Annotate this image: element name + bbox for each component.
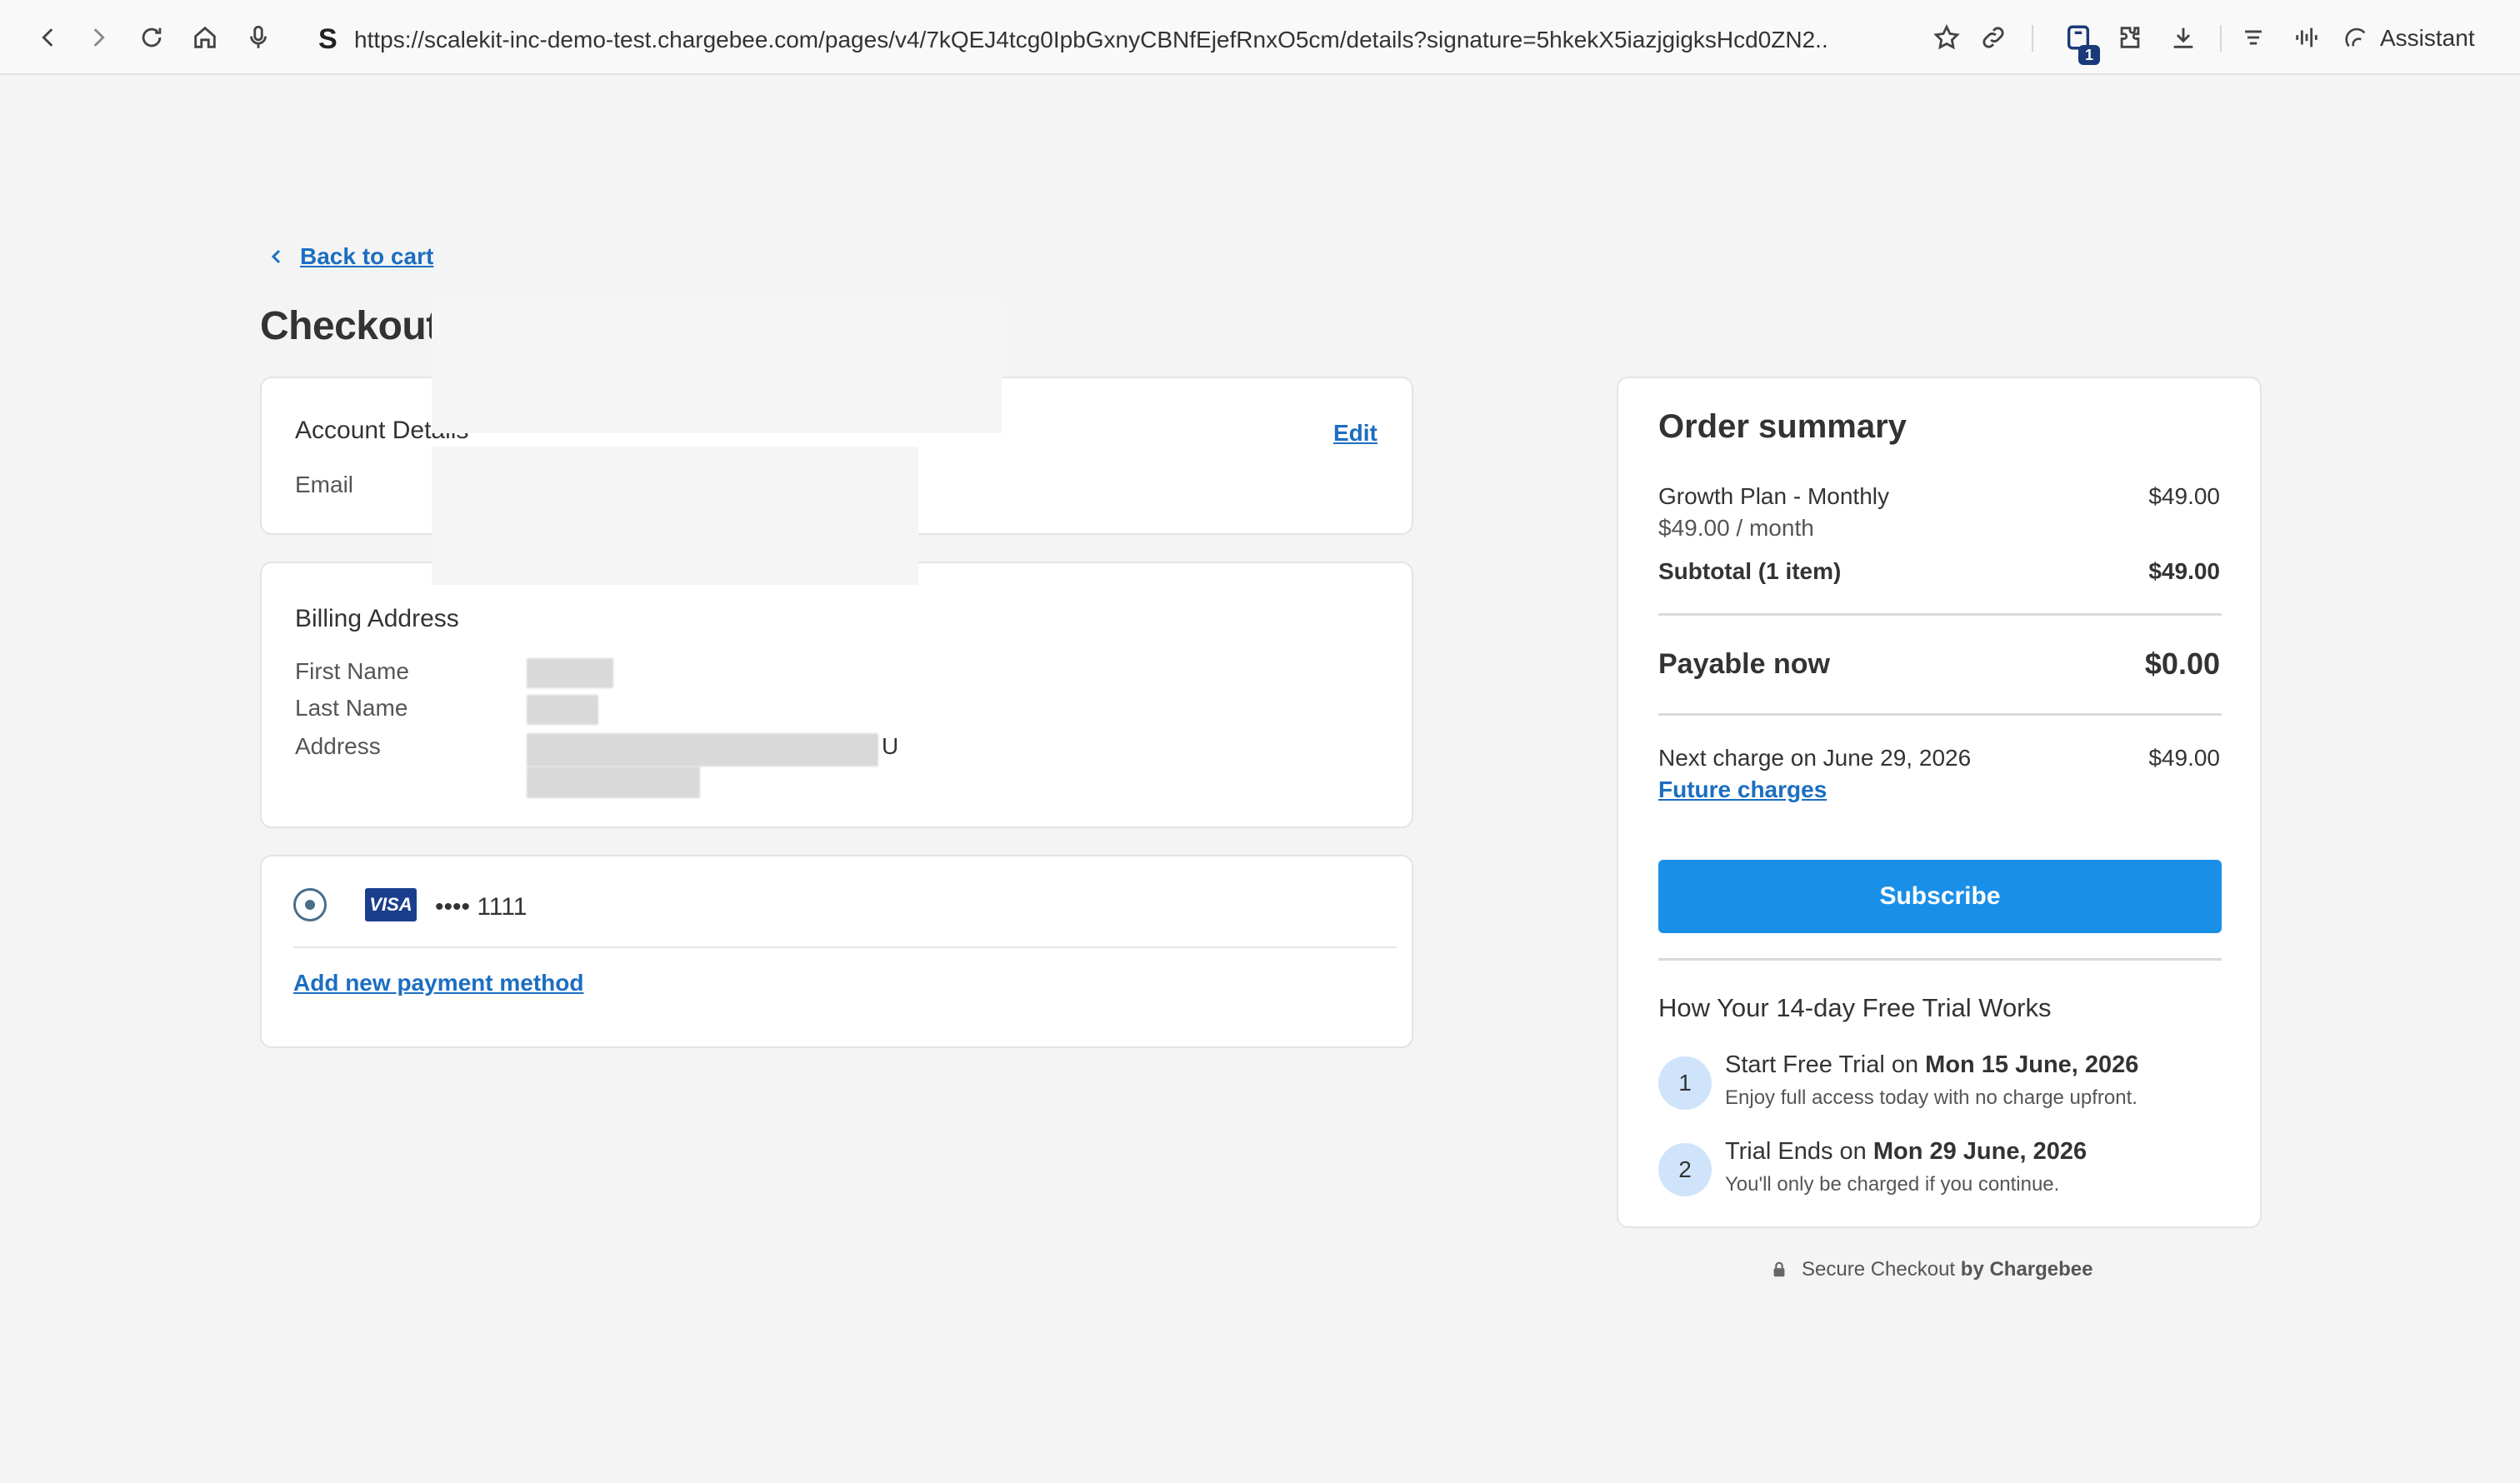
order-summary-card: Order summary Growth Plan - Monthly $49.… bbox=[1617, 377, 2262, 1228]
payment-divider bbox=[293, 946, 1397, 948]
site-favicon-icon: S bbox=[318, 23, 338, 55]
assistant-label: Assistant bbox=[2380, 25, 2475, 51]
step-1-date: Mon 15 June, 2026 bbox=[1925, 1051, 2139, 1078]
first-name-value-redacted bbox=[527, 658, 613, 688]
step-2-subtext: You'll only be charged if you continue. bbox=[1725, 1173, 2060, 1196]
radio-selected-dot bbox=[305, 900, 315, 910]
browser-toolbar: S https://scalekit-inc-demo-test.chargeb… bbox=[0, 0, 2520, 75]
trial-title: How Your 14-day Free Trial Works bbox=[1658, 993, 2052, 1022]
forward-arrow-icon[interactable] bbox=[82, 21, 115, 54]
reader-list-icon[interactable] bbox=[2237, 21, 2270, 54]
back-to-cart-label: Back to cart bbox=[300, 243, 434, 269]
summary-divider-1 bbox=[1658, 613, 2222, 616]
step-1-prefix: Start Free Trial on bbox=[1725, 1051, 1926, 1078]
payment-method-card bbox=[260, 855, 1413, 1048]
back-to-cart-link[interactable]: Back to cart bbox=[267, 243, 433, 270]
puzzle-extensions-icon[interactable] bbox=[2113, 21, 2147, 54]
subscribe-button[interactable]: Subscribe bbox=[1658, 860, 2222, 933]
subtotal-value: $49.00 bbox=[2148, 558, 2220, 584]
plan-name: Growth Plan - Monthly bbox=[1658, 483, 1889, 509]
summary-divider-3 bbox=[1658, 958, 2222, 961]
step-2-prefix: Trial Ends on bbox=[1725, 1138, 1873, 1165]
assistant-button[interactable]: Assistant bbox=[2343, 22, 2475, 55]
step-2-text: Trial Ends on Mon 29 June, 2026 bbox=[1725, 1138, 2087, 1166]
visa-card-icon: VISA bbox=[365, 888, 417, 921]
summary-divider-2 bbox=[1658, 713, 2222, 716]
edit-account-link[interactable]: Edit bbox=[1333, 420, 1378, 447]
link-icon[interactable] bbox=[1977, 21, 2010, 54]
step-1-subtext: Enjoy full access today with no charge u… bbox=[1725, 1086, 2138, 1109]
address-line2-redacted bbox=[527, 766, 700, 798]
step-1-number: 1 bbox=[1678, 1070, 1692, 1096]
chevron-left-icon bbox=[271, 249, 281, 264]
page-title: Checkout bbox=[260, 304, 439, 348]
address-label: Address bbox=[295, 733, 381, 759]
future-charges-link[interactable]: Future charges bbox=[1658, 776, 1827, 803]
redaction-overlay-top bbox=[432, 302, 1002, 433]
address-fragment: U bbox=[882, 733, 899, 759]
address-bar[interactable]: https://scalekit-inc-demo-test.chargebee… bbox=[354, 27, 1829, 53]
payment-method-radio[interactable] bbox=[293, 888, 327, 921]
step-1-circle: 1 bbox=[1658, 1056, 1712, 1110]
order-summary-title: Order summary bbox=[1658, 408, 1907, 445]
redaction-overlay-email bbox=[432, 447, 918, 585]
payable-now-label: Payable now bbox=[1658, 648, 1830, 680]
card-number: •••• 1111 bbox=[435, 893, 528, 921]
secure-brand: by Chargebee bbox=[1960, 1258, 2093, 1281]
lock-icon bbox=[1773, 1261, 1785, 1277]
step-2-number: 2 bbox=[1678, 1156, 1692, 1182]
extension-badge: 1 bbox=[2078, 45, 2100, 65]
plan-price: $49.00 bbox=[2148, 483, 2220, 509]
subtotal-label: Subtotal (1 item) bbox=[1658, 558, 1842, 584]
last-name-value-redacted bbox=[527, 695, 598, 725]
last-name-label: Last Name bbox=[295, 695, 408, 721]
home-icon[interactable] bbox=[188, 21, 222, 54]
billing-address-title: Billing Address bbox=[295, 605, 459, 632]
next-charge-label: Next charge on June 29, 2026 bbox=[1658, 745, 1972, 771]
plan-rate: $49.00 / month bbox=[1658, 515, 1814, 541]
payable-now-value: $0.00 bbox=[2144, 647, 2220, 681]
secure-checkout-text: Secure Checkout by Chargebee bbox=[1802, 1258, 2093, 1281]
back-arrow-icon[interactable] bbox=[32, 21, 65, 54]
audio-waveform-icon[interactable] bbox=[2290, 21, 2323, 54]
billing-address-card: Billing Address First Name Last Name Add… bbox=[260, 562, 1413, 828]
assistant-icon bbox=[2345, 27, 2366, 47]
microphone-icon[interactable] bbox=[242, 21, 275, 54]
address-line1-redacted bbox=[527, 733, 878, 766]
reload-icon[interactable] bbox=[135, 21, 168, 54]
step-2-date: Mon 29 June, 2026 bbox=[1872, 1138, 2088, 1165]
email-label: Email bbox=[295, 472, 354, 497]
secure-checkout-footer: Secure Checkout by Chargebee bbox=[1770, 1258, 2093, 1281]
first-name-label: First Name bbox=[295, 658, 409, 684]
bookmark-star-icon[interactable] bbox=[1930, 21, 1963, 54]
download-icon[interactable] bbox=[2167, 21, 2200, 54]
next-charge-value: $49.00 bbox=[2148, 745, 2220, 771]
secure-prefix: Secure Checkout bbox=[1802, 1258, 1961, 1281]
add-payment-method-link[interactable]: Add new payment method bbox=[293, 970, 583, 996]
step-1-text: Start Free Trial on Mon 15 June, 2026 bbox=[1725, 1051, 2138, 1079]
step-2-circle: 2 bbox=[1658, 1143, 1712, 1196]
